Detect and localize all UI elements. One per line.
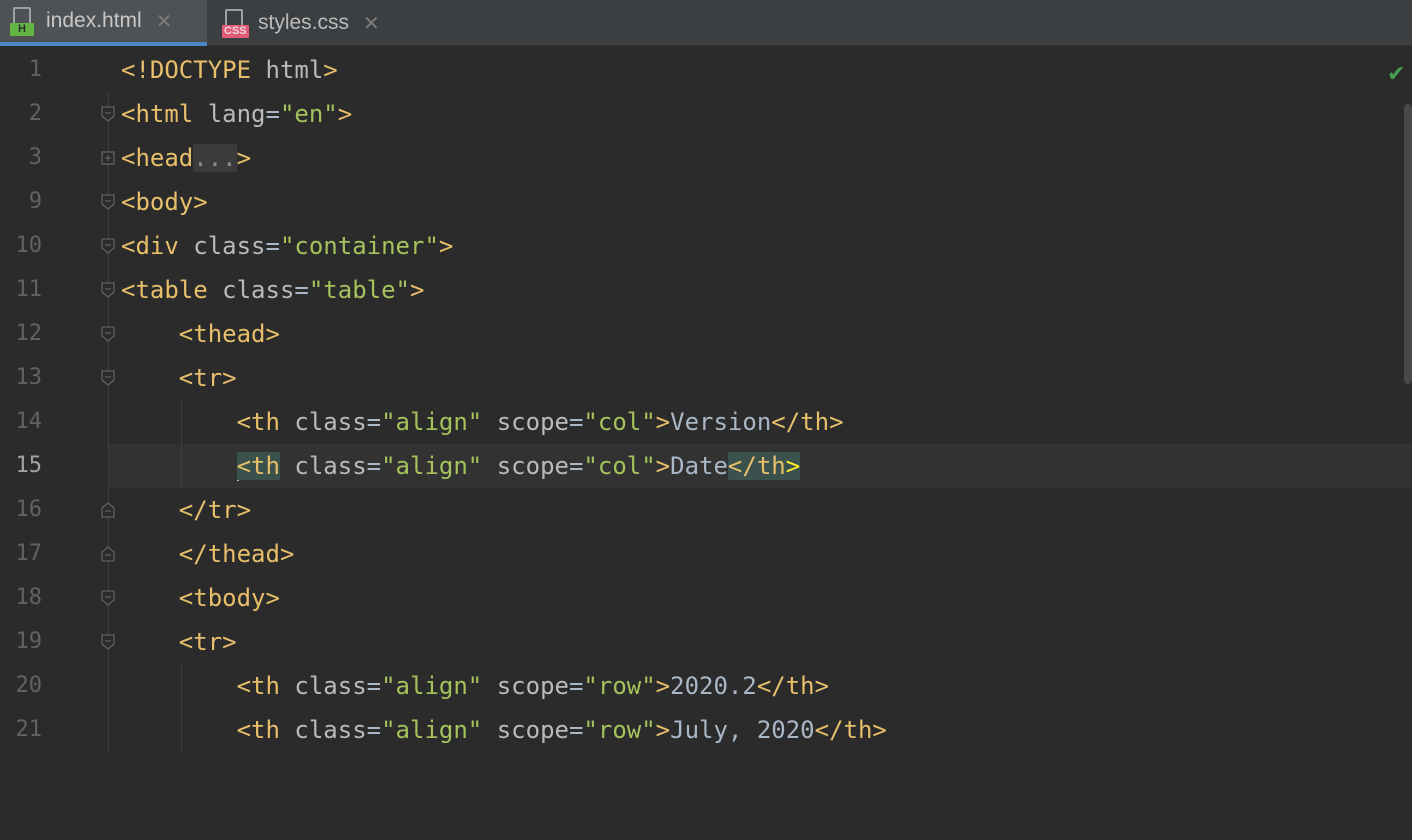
code-line[interactable]: <html lang="en">: [0, 92, 1412, 136]
code-line[interactable]: </thead>: [0, 532, 1412, 576]
matched-tag-close: </th>: [728, 452, 800, 480]
code-line[interactable]: <thead>: [0, 312, 1412, 356]
check-icon[interactable]: ✔: [1387, 62, 1405, 87]
tab-styles-css[interactable]: CSS styles.css ✕: [207, 0, 407, 46]
code-editor[interactable]: 1 2 3 9 10 11 12 13 14 15 16 17 18 19 20…: [0, 48, 1412, 750]
code-line[interactable]: </tr>: [0, 488, 1412, 532]
tab-label: styles.css: [258, 11, 349, 35]
code-line[interactable]: <tr>: [0, 620, 1412, 664]
css-file-icon: CSS: [222, 8, 248, 38]
editor-tab-bar: H index.html ✕ CSS styles.css ✕: [0, 0, 1412, 46]
folded-region-placeholder[interactable]: ...: [193, 144, 236, 172]
code-line[interactable]: <th class="align" scope="row">2020.2</th…: [0, 664, 1412, 708]
code-line[interactable]: <th class="align" scope="col">Version</t…: [0, 400, 1412, 444]
code-line[interactable]: <div class="container">: [0, 224, 1412, 268]
close-icon[interactable]: ✕: [156, 9, 173, 34]
tab-index-html[interactable]: H index.html ✕: [0, 0, 207, 46]
tab-label: index.html: [46, 9, 142, 33]
code-line[interactable]: <table class="table">: [0, 268, 1412, 312]
code-line[interactable]: <tbody>: [0, 576, 1412, 620]
html-file-icon: H: [10, 6, 36, 36]
code-line[interactable]: <body>: [0, 180, 1412, 224]
close-icon[interactable]: ✕: [363, 11, 380, 36]
vertical-scrollbar[interactable]: [1404, 104, 1412, 384]
code-line-current[interactable]: <th class="align" scope="col">Date</th>: [0, 444, 1412, 488]
code-line[interactable]: <tr>: [0, 356, 1412, 400]
code-line[interactable]: <!DOCTYPE html>: [0, 48, 1412, 92]
code-line[interactable]: <th class="align" scope="row">July, 2020…: [0, 708, 1412, 752]
matched-tag-open: <th: [237, 452, 280, 480]
code-line[interactable]: <head...>: [0, 136, 1412, 180]
